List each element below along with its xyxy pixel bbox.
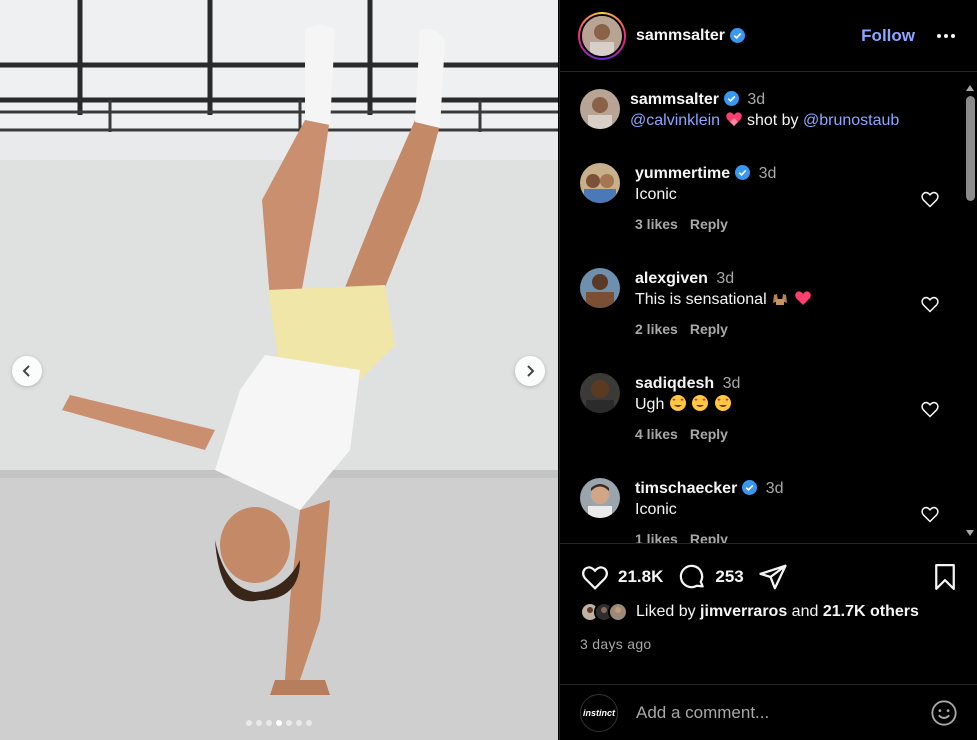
comments-scrollbar[interactable] [962, 80, 977, 542]
scroll-down-arrow-icon[interactable] [965, 528, 975, 538]
post-date: 3 days ago [580, 636, 652, 652]
emoji-picker-icon[interactable] [930, 699, 958, 727]
bookmark-icon[interactable] [930, 562, 960, 592]
post-actions: 21.8K 253 Liked by jimverraros and 21.7K… [560, 543, 977, 740]
like-comment-heart-icon[interactable] [920, 504, 940, 524]
liked-by-others[interactable]: 21.7K others [823, 603, 919, 621]
caption-text: shot by [746, 112, 799, 129]
mention-link[interactable]: @brunostaub [803, 112, 899, 129]
reply-button[interactable]: Reply [690, 321, 728, 337]
scrollbar-thumb[interactable] [966, 96, 975, 201]
commenter-username[interactable]: sadiqdesh [635, 375, 714, 392]
commenter-username[interactable]: yummertime [635, 165, 730, 182]
heart-emoji-icon [725, 110, 743, 128]
liker-avatar [608, 602, 628, 622]
heart-emoji-icon [794, 289, 812, 307]
comment-text: Ugh [635, 396, 665, 413]
carousel-dot [246, 720, 252, 726]
like-heart-icon[interactable] [580, 562, 610, 592]
like-comment-heart-icon[interactable] [920, 399, 940, 419]
comment-text: Iconic [635, 501, 677, 518]
comment-time: 3d [716, 270, 735, 287]
commenter-avatar[interactable] [580, 268, 620, 308]
carousel-indicator [0, 720, 558, 726]
like-count: 21.8K [618, 567, 664, 586]
carousel-dot-active [276, 720, 282, 726]
heart-eyes-emoji-icon [669, 394, 687, 412]
liked-by[interactable]: Liked by jimverraros and 21.7K others [580, 602, 919, 622]
post-header: sammsalter Follow [560, 0, 977, 72]
commenter-username[interactable]: timschaecker [635, 480, 737, 497]
mention-link[interactable]: @calvinklein [630, 112, 720, 129]
commenter-username[interactable]: alexgiven [635, 270, 708, 287]
verified-icon [742, 480, 758, 495]
reply-button[interactable]: Reply [690, 531, 728, 543]
next-slide-button[interactable] [515, 356, 545, 386]
author-avatar[interactable] [580, 89, 620, 129]
comment-composer: instinct [560, 684, 977, 740]
carousel-dot [256, 720, 262, 726]
reply-button[interactable]: Reply [690, 216, 728, 232]
author-avatar[interactable] [578, 11, 626, 60]
comment-count: 253 [715, 567, 744, 586]
chevron-right-icon [527, 365, 535, 377]
liked-by-and: and [791, 603, 819, 620]
like-comment-heart-icon[interactable] [920, 294, 940, 314]
reply-button[interactable]: Reply [690, 426, 728, 442]
liked-by-prefix: Liked by [636, 603, 696, 620]
caption-time: 3d [747, 91, 766, 108]
comment-likes[interactable]: 4 likes [635, 426, 678, 442]
raising-hands-emoji-icon [771, 289, 789, 307]
comment-time: 3d [758, 165, 777, 182]
current-user-avatar: instinct [580, 694, 618, 732]
comment-icon[interactable] [677, 562, 707, 592]
liked-by-user[interactable]: jimverraros [700, 603, 787, 621]
commenter-avatar[interactable] [580, 478, 620, 518]
current-user-avatar-label: instinct [582, 708, 615, 718]
share-icon[interactable] [758, 562, 788, 592]
comments-list[interactable]: sammsalter 3d @calvinklein shot by @brun… [560, 73, 977, 543]
comment-likes[interactable]: 1 likes [635, 531, 678, 543]
author-username[interactable]: sammsalter [636, 27, 725, 45]
carousel-dot [266, 720, 272, 726]
previous-slide-button[interactable] [12, 356, 42, 386]
scroll-up-arrow-icon[interactable] [965, 83, 975, 93]
post-sidebar: sammsalter Follow sammsalter 3d @calvink… [559, 0, 977, 740]
comment-text: This is sensational [635, 291, 767, 308]
heart-eyes-emoji-icon [714, 394, 732, 412]
carousel-dot [306, 720, 312, 726]
more-options-button[interactable] [935, 25, 957, 47]
comment-text: Iconic [635, 186, 677, 203]
commenter-avatar[interactable] [580, 163, 620, 203]
comment-likes[interactable]: 2 likes [635, 321, 678, 337]
verified-icon [729, 28, 745, 43]
carousel-dot [286, 720, 292, 726]
follow-button[interactable]: Follow [861, 26, 915, 46]
like-comment-heart-icon[interactable] [920, 189, 940, 209]
carousel-dot [296, 720, 302, 726]
commenter-avatar[interactable] [580, 373, 620, 413]
verified-icon [735, 165, 751, 180]
verified-icon [723, 91, 739, 106]
comment-likes[interactable]: 3 likes [635, 216, 678, 232]
chevron-left-icon [22, 365, 30, 377]
comment-input[interactable] [636, 703, 906, 723]
caption-username[interactable]: sammsalter [630, 91, 719, 108]
comment-time: 3d [722, 375, 741, 392]
post-media[interactable] [0, 0, 558, 740]
comment-time: 3d [765, 480, 784, 497]
more-icon [937, 33, 955, 38]
heart-eyes-emoji-icon [691, 394, 709, 412]
post-photo [0, 0, 558, 740]
